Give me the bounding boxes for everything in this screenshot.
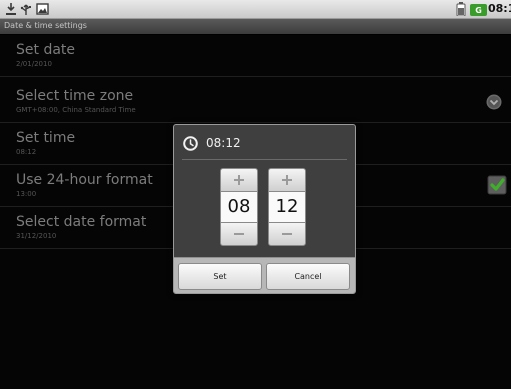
clock-icon <box>183 136 198 151</box>
minute-value[interactable]: 12 <box>268 192 306 222</box>
setting-title: Set date <box>16 42 76 58</box>
setting-summary: 2/01/2010 <box>16 60 52 68</box>
dialog-title: 08:12 <box>206 136 241 150</box>
battery-icon <box>456 2 466 16</box>
plus-icon <box>234 175 244 185</box>
title-bar: Date & time settings <box>0 19 511 34</box>
chevron-down-icon <box>486 94 502 110</box>
setting-summary: 13:00 <box>16 190 37 198</box>
minute-decrement-button[interactable] <box>268 222 306 246</box>
setting-title: Select date format <box>16 214 147 230</box>
minute-increment-button[interactable] <box>268 168 306 192</box>
hour-picker: 08 <box>220 168 258 246</box>
set-button[interactable]: Set <box>178 263 262 290</box>
checkbox-checked-icon[interactable] <box>487 175 507 195</box>
minus-icon <box>282 233 292 235</box>
download-icon <box>6 3 16 15</box>
dialog-header: 08:12 <box>174 125 355 159</box>
svg-text:G: G <box>475 6 482 15</box>
status-bar: G 08:12 <box>0 0 511 19</box>
dialog-button-bar: Set Cancel <box>174 257 355 293</box>
usb-icon <box>20 4 31 15</box>
hour-decrement-button[interactable] <box>220 222 258 246</box>
setting-set-date[interactable]: Set date 2/01/2010 <box>0 35 511 77</box>
setting-title: Use 24-hour format <box>16 172 153 188</box>
divider <box>182 159 347 160</box>
setting-summary: 31/12/2010 <box>16 232 57 240</box>
setting-title: Select time zone <box>16 88 134 104</box>
signal-icon: G <box>470 4 487 16</box>
setting-title: Set time <box>16 130 76 146</box>
setting-summary: 08:12 <box>16 148 37 156</box>
minus-icon <box>234 233 244 235</box>
setting-summary: GMT+08:00, China Standard Time <box>16 106 136 114</box>
setting-time-zone[interactable]: Select time zone GMT+08:00, China Standa… <box>0 81 511 123</box>
minute-picker: 12 <box>268 168 306 246</box>
hour-value[interactable]: 08 <box>220 192 258 222</box>
time-settings-screen: G 08:12 Date & time settings Set date 2/… <box>0 0 511 389</box>
time-picker-dialog: 08:12 08 12 Set Cancel <box>173 124 356 294</box>
image-icon <box>36 3 49 15</box>
plus-icon <box>282 175 292 185</box>
screen-title: Date & time settings <box>4 21 87 30</box>
status-time: 08:12 <box>488 2 511 15</box>
hour-increment-button[interactable] <box>220 168 258 192</box>
cancel-button[interactable]: Cancel <box>266 263 350 290</box>
